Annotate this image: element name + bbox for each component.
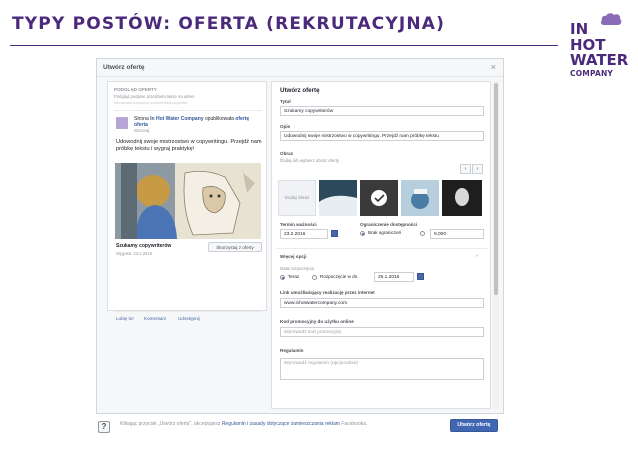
start-now-radio[interactable] [280, 275, 285, 280]
offer-form: Utwórz ofertę Tytuł Szukamy copywriterów… [271, 81, 491, 409]
post-time: Wczoraj [134, 128, 150, 133]
comment-link[interactable]: Komentarz [144, 316, 166, 321]
chevron-up-icon[interactable]: ^ [476, 254, 478, 259]
share-link[interactable]: Udostępnij [178, 316, 200, 321]
image-thumbnail-3[interactable] [401, 180, 439, 216]
online-link-label: Link umożliwiający realizację przez inte… [280, 290, 375, 295]
slide-title: TYPY POSTÓW: OFERTA (REKRUTACYJNA) [12, 14, 446, 34]
page-name-link[interactable]: In Hot Water Company [150, 116, 203, 122]
scrollbar-thumb[interactable] [494, 83, 498, 295]
preview-url: inhotwatercompany.com/oferta/kopywriter [114, 100, 188, 105]
offer-photo [115, 163, 261, 239]
more-options-toggle[interactable]: Więcej opcji [280, 254, 307, 259]
offer-image [115, 163, 261, 239]
help-icon[interactable]: ? [98, 421, 110, 433]
create-offer-button[interactable]: Utwórz ofertę [450, 419, 498, 432]
preview-post-card: Strona In Hot Water Company opublikowała… [114, 110, 262, 321]
start-date-label: Data rozpoczęcia [280, 266, 314, 271]
close-icon[interactable]: × [491, 62, 496, 72]
terms-link[interactable]: Regulamin i zasady dotyczące zamieszczan… [222, 421, 340, 427]
calendar-icon[interactable] [331, 230, 338, 237]
preview-subtitle: Podgląd podanie przedziela także na adre… [114, 94, 195, 99]
post-text: Udowodnij swoje mistrzostwo w copywritin… [116, 139, 262, 152]
form-scrollbar[interactable] [493, 81, 499, 409]
title-divider [10, 45, 558, 46]
terms-textarea[interactable]: Wprowadź regulamin (opcjonalnie) [280, 358, 484, 380]
description-label: Opis [280, 124, 291, 129]
limit-count-input[interactable]: 9,000 [430, 229, 484, 239]
legal-notice: Klikając przycisk „Utwórz ofertę", akcep… [120, 420, 410, 428]
like-link[interactable]: Lubię to! [116, 316, 134, 321]
image-next-button[interactable]: › [472, 164, 483, 174]
offer-preview-panel: PODGLĄD OFERTY Podgląd podanie przedziel… [107, 81, 267, 321]
image-thumbnail-4[interactable] [442, 180, 482, 216]
create-offer-dialog: Utwórz ofertę × PODGLĄD OFERTY Podgląd p… [96, 58, 504, 414]
page-avatar [116, 117, 128, 129]
terms-label: Regulamin [280, 348, 304, 353]
promo-code-label: Kod promocyjny do użytku online [280, 319, 354, 324]
add-image-button[interactable]: Dodaj obraz [278, 180, 316, 216]
legal-prefix: Klikając przycisk „Utwórz ofertę", akcep… [120, 421, 221, 427]
expiry-label: Termin ważności [280, 222, 317, 227]
start-now-label: Teraz [288, 274, 300, 279]
company-logo: IN HOT WATER COMPANY [566, 10, 632, 80]
start-later-radio[interactable] [312, 275, 317, 280]
dialog-header: Utwórz ofertę × [97, 59, 503, 77]
job-title: Szukamy copywriterów [116, 243, 172, 249]
calendar-icon[interactable] [417, 273, 424, 280]
divider [276, 248, 488, 249]
title-label: Tytuł [280, 99, 291, 104]
post-actions: Lubię to! Komentarz Udostępnij [114, 311, 262, 323]
logo-line-4: COMPANY [570, 69, 614, 78]
title-input[interactable]: Szukamy copywriterów [280, 106, 484, 116]
page-line-suffix: opublikowała [204, 116, 234, 122]
start-later-label: Rozpoczęcie w dn. [320, 274, 359, 279]
image-thumbnail-2[interactable] [360, 180, 398, 216]
expiry-date-input[interactable]: 23.2.2016 [280, 229, 328, 239]
dialog-footer: ? Klikając przycisk „Utwórz ofertę", akc… [96, 414, 504, 442]
promo-code-input[interactable]: Wprowadź kod promocyjny [280, 327, 484, 337]
image-hint: Dodaj lub wybierz obraz oferty [280, 158, 340, 163]
post-page-line: Strona In Hot Water Company opublikowała… [134, 116, 260, 128]
apply-offer-button[interactable]: Skorzystaj z oferty [208, 242, 262, 252]
image-prev-button[interactable]: ‹ [460, 164, 471, 174]
job-expiry: Wygasa: 23.2.2016 [116, 251, 153, 256]
preview-label: PODGLĄD OFERTY [114, 87, 157, 92]
start-date-input[interactable]: 25.1.2016 [374, 272, 414, 282]
image-label: Obraz [280, 151, 294, 156]
online-link-input[interactable]: www.inhotwatercompany.com [280, 298, 484, 308]
limit-radio[interactable] [420, 231, 425, 236]
logo-line-1: IN [570, 20, 589, 38]
logo-line-3: WATER [570, 51, 629, 69]
availability-label: Ograniczenie dostępności [360, 222, 418, 227]
no-limit-label: Brak ograniczeń [368, 230, 402, 235]
cloud-icon [600, 13, 622, 25]
dialog-title: Utwórz ofertę [103, 64, 145, 71]
no-limit-radio[interactable] [360, 231, 365, 236]
legal-suffix: Facebooka. [341, 421, 368, 427]
description-input[interactable]: Udowodnij swoje mistrzostwo w copywritin… [280, 131, 484, 141]
form-title: Utwórz ofertę [280, 87, 320, 94]
image-thumbnail-1[interactable] [319, 180, 357, 216]
